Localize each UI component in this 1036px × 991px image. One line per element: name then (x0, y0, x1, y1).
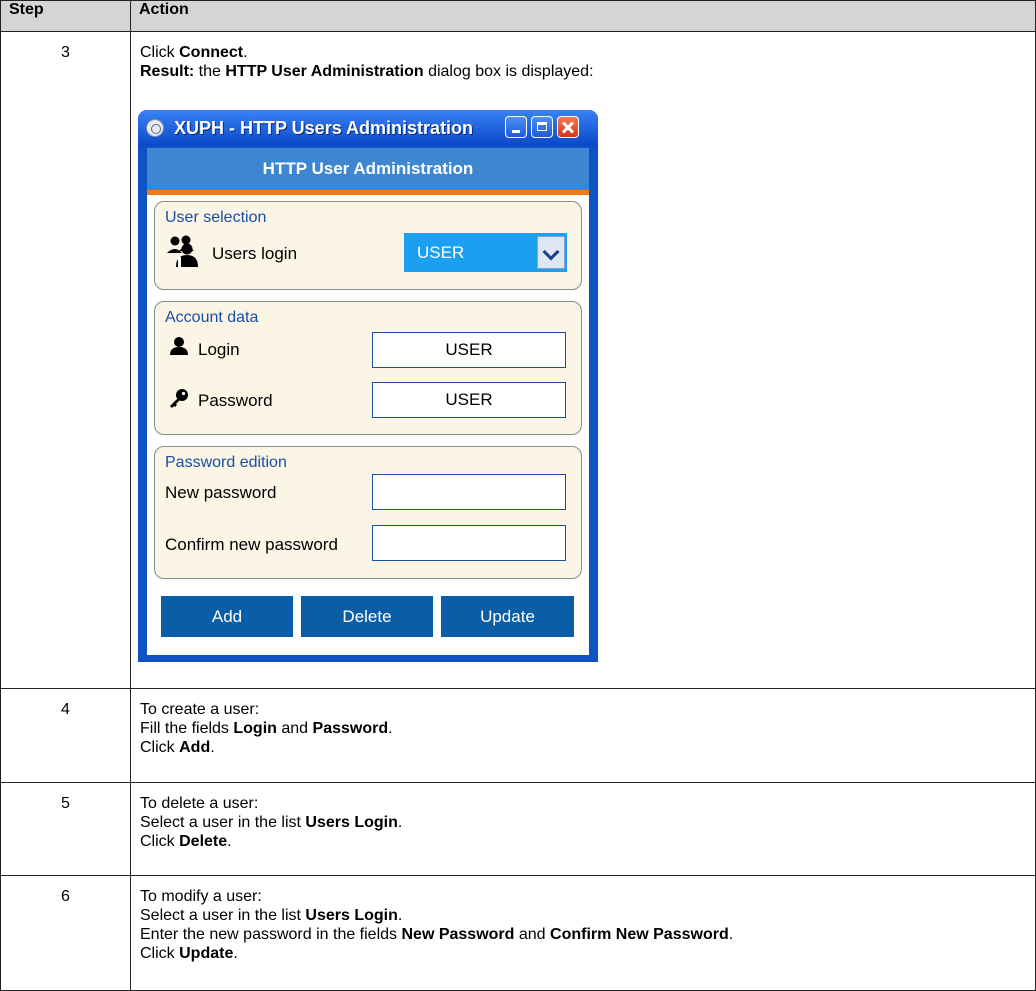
table-row: 6 To modify a user: Select a user in the … (0, 875, 1036, 991)
group-title: Account data (165, 309, 259, 326)
action-text: . (227, 833, 232, 850)
action-cell: To create a user: Fill the fields Login a… (130, 688, 1036, 783)
emphasized-term: Result: (140, 63, 195, 80)
emphasized-term: Users Login (305, 814, 398, 831)
emphasized-term: Users Login (305, 907, 398, 924)
chevron-down-icon[interactable] (537, 236, 565, 269)
action-text: To create a user: (140, 701, 260, 718)
dialog-header: HTTP User Administration (147, 148, 589, 195)
action-text: Click (140, 739, 180, 756)
users-login-label: Users login (212, 244, 298, 263)
action-line: Enter the new password in the fields New… (140, 925, 1035, 944)
action-text: . (397, 814, 403, 831)
action-line: Click Connect. (140, 43, 1035, 62)
table-row: 4 To create a user: Fill the fields Login… (0, 688, 1036, 783)
add-button[interactable]: Add (161, 596, 293, 637)
action-text: Select a user in the list (140, 814, 306, 831)
action-text: dialog box is displayed: (423, 63, 594, 80)
user-selection-group: User selection Users login USER (154, 201, 582, 290)
dialog-body: HTTP User Administration User selection … (147, 148, 589, 655)
confirm-password-label: Confirm new password (165, 535, 338, 554)
emphasized-term: HTTP User Administration (225, 63, 424, 80)
action-text: . (397, 907, 403, 924)
header-row: Step Action (0, 0, 1036, 32)
emphasized-term: Add (179, 739, 211, 756)
password-edition-group: Password edition New password Confirm ne… (154, 446, 582, 579)
action-line: Fill the fields Login and Password. (140, 719, 1035, 738)
app-icon (146, 119, 164, 137)
new-password-label: New password (165, 483, 277, 502)
action-text: and (276, 720, 313, 737)
users-icon (167, 235, 198, 267)
window-title: XUPH - HTTP Users Administration (174, 118, 474, 138)
action-text: Click (140, 945, 180, 962)
step-column-header: Step (0, 0, 131, 32)
action-text: . (388, 720, 393, 737)
emphasized-term: Delete (179, 833, 228, 850)
action-text: Fill the fields (140, 720, 234, 737)
emphasized-term: Update (179, 945, 234, 962)
action-text: To modify a user: (140, 888, 262, 905)
minimize-icon[interactable] (505, 116, 527, 138)
emphasized-term: Confirm New Password (550, 926, 729, 943)
action-text: and (514, 926, 551, 943)
group-title: Password edition (165, 454, 287, 471)
action-line: To modify a user: (140, 887, 1035, 906)
action-line: Select a user in the list Users Login. (140, 906, 1035, 925)
action-cell: To delete a user: Select a user in the li… (130, 782, 1036, 876)
login-label: Login (198, 340, 240, 359)
action-line: Click Update. (140, 944, 1035, 963)
user-icon (170, 337, 188, 355)
action-text: Click (140, 833, 180, 850)
group-title: User selection (165, 209, 267, 226)
maximize-icon[interactable] (531, 116, 553, 138)
table-row: 5 To delete a user: Select a user in the … (0, 782, 1036, 876)
selected-user: USER (417, 243, 465, 262)
action-line: To delete a user: (140, 794, 1035, 813)
action-text: Click (140, 44, 180, 61)
action-line: Click Add. (140, 738, 1035, 757)
confirm-password-field[interactable] (372, 525, 566, 561)
action-text: Select a user in the list (140, 907, 306, 924)
action-text: . (243, 44, 248, 61)
action-text: . (728, 926, 734, 943)
delete-button[interactable]: Delete (301, 596, 433, 637)
login-field[interactable]: USER (372, 332, 566, 368)
password-field[interactable]: USER (372, 382, 566, 418)
action-text: Enter the new password in the fields (140, 926, 402, 943)
emphasized-term: New Password (401, 926, 515, 943)
action-text: . (210, 739, 215, 756)
password-label: Password (198, 391, 273, 410)
step-number: 5 (0, 782, 131, 876)
http-user-admin-dialog: XUPH - HTTP Users Administration HTTP Us… (138, 110, 598, 662)
account-data-group: Account data Login USER Password USER (154, 301, 582, 435)
action-line: To create a user: (140, 700, 1035, 719)
action-text: the (194, 63, 226, 80)
action-line: Select a user in the list Users Login. (140, 813, 1035, 832)
dialog-title-bar[interactable]: XUPH - HTTP Users Administration (138, 110, 598, 146)
action-line: Result: the HTTP User Administration dia… (140, 62, 1035, 81)
emphasized-term: Connect (179, 44, 244, 61)
close-icon[interactable] (557, 116, 579, 138)
new-password-field[interactable] (372, 474, 566, 510)
update-button[interactable]: Update (441, 596, 574, 637)
step-number: 4 (0, 688, 131, 783)
key-icon (170, 389, 188, 408)
action-text: . (233, 945, 238, 962)
action-line: Click Delete. (140, 832, 1035, 851)
action-cell: To modify a user: Select a user in the li… (130, 875, 1036, 991)
users-login-select[interactable]: USER (404, 233, 567, 272)
step-number: 6 (0, 875, 131, 991)
emphasized-term: Password (312, 720, 389, 737)
step-number: 3 (0, 31, 131, 689)
action-column-header: Action (130, 0, 1036, 32)
action-text: To delete a user: (140, 795, 259, 812)
emphasized-term: Login (233, 720, 277, 737)
